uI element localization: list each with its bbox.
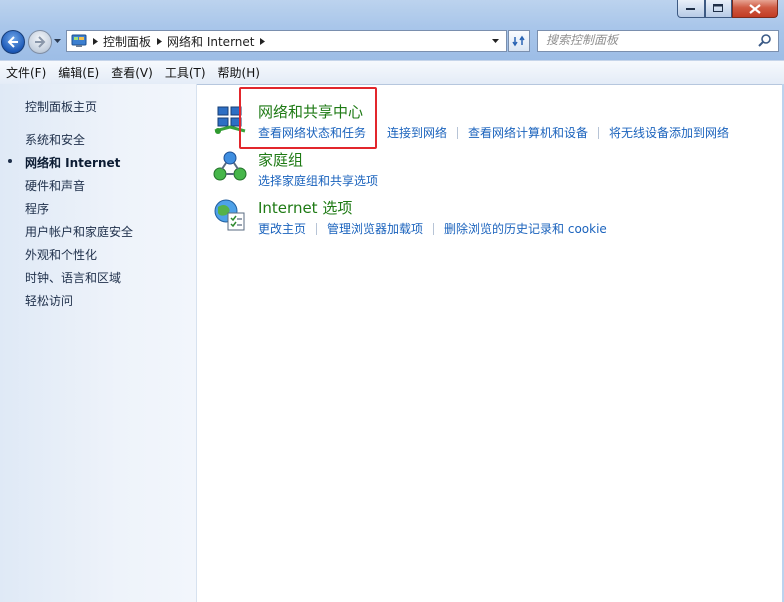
menu-edit[interactable]: 编辑(E) bbox=[52, 62, 105, 84]
link-connect-network[interactable]: 连接到网络 bbox=[387, 124, 447, 141]
minimize-icon bbox=[686, 7, 695, 10]
refresh-icon bbox=[512, 35, 525, 47]
link-divider bbox=[598, 126, 600, 139]
breadcrumb-separator-icon[interactable] bbox=[87, 37, 103, 45]
link-manage-addons[interactable]: 管理浏览器加载项 bbox=[327, 220, 423, 237]
menu-file[interactable]: 文件(F) bbox=[0, 62, 52, 84]
sidebar-item-ease-of-access[interactable]: 轻松访问 bbox=[25, 292, 73, 309]
menu-tools[interactable]: 工具(T) bbox=[159, 62, 212, 84]
link-divider bbox=[376, 126, 378, 139]
menu-view[interactable]: 查看(V) bbox=[105, 62, 159, 84]
search-box[interactable] bbox=[537, 30, 779, 52]
sidebar-item-network-internet[interactable]: 网络和 Internet bbox=[25, 154, 120, 171]
breadcrumb-control-panel[interactable]: 控制面板 bbox=[103, 33, 151, 50]
active-bullet-icon bbox=[8, 159, 12, 163]
sidebar-item-appearance[interactable]: 外观和个性化 bbox=[25, 246, 97, 263]
breadcrumb-separator-icon[interactable] bbox=[254, 37, 270, 45]
internet-options-icon bbox=[214, 199, 245, 231]
link-view-network-status[interactable]: 查看网络状态和任务 bbox=[258, 124, 366, 141]
address-bar[interactable]: 控制面板 网络和 Internet bbox=[66, 30, 507, 52]
search-input[interactable] bbox=[538, 31, 746, 49]
sidebar-item-clock-language[interactable]: 时钟、语言和区域 bbox=[25, 269, 121, 286]
category-links: 查看网络状态和任务 连接到网络 查看网络计算机和设备 将无线设备添加到网络 bbox=[258, 124, 729, 141]
category-title-network-sharing[interactable]: 网络和共享中心 bbox=[258, 101, 363, 122]
sidebar-item-system-security[interactable]: 系统和安全 bbox=[25, 131, 85, 148]
back-arrow-icon bbox=[7, 36, 18, 48]
sidebar-item-control-panel-home[interactable]: 控制面板主页 bbox=[25, 98, 97, 115]
link-homegroup-sharing[interactable]: 选择家庭组和共享选项 bbox=[258, 172, 378, 189]
menu-bar: 文件(F) 编辑(E) 查看(V) 工具(T) 帮助(H) bbox=[0, 60, 784, 85]
close-button[interactable] bbox=[732, 0, 778, 18]
forward-arrow-icon bbox=[35, 36, 46, 48]
window-titlebar: 控制面板 网络和 Internet bbox=[0, 0, 784, 60]
link-add-wireless-device[interactable]: 将无线设备添加到网络 bbox=[609, 124, 729, 141]
sidebar: 控制面板主页 系统和安全 网络和 Internet 硬件和声音 程序 用户帐户和… bbox=[0, 84, 197, 602]
close-icon bbox=[749, 3, 761, 14]
homegroup-icon bbox=[213, 151, 247, 181]
category-title-internet-options[interactable]: Internet 选项 bbox=[258, 197, 352, 218]
sidebar-item-programs[interactable]: 程序 bbox=[25, 200, 49, 217]
network-sharing-icon bbox=[214, 106, 246, 134]
link-change-homepage[interactable]: 更改主页 bbox=[258, 220, 306, 237]
link-divider bbox=[316, 222, 318, 235]
sidebar-item-user-accounts[interactable]: 用户帐户和家庭安全 bbox=[25, 223, 133, 240]
category-links: 更改主页 管理浏览器加载项 删除浏览的历史记录和 cookie bbox=[258, 220, 607, 237]
back-button[interactable] bbox=[1, 30, 25, 54]
menu-help[interactable]: 帮助(H) bbox=[212, 62, 266, 84]
chevron-down-icon bbox=[54, 39, 61, 43]
breadcrumb-network-internet[interactable]: 网络和 Internet bbox=[167, 33, 254, 50]
maximize-icon bbox=[713, 4, 723, 12]
sidebar-item-hardware-sound[interactable]: 硬件和声音 bbox=[25, 177, 85, 194]
minimize-button[interactable] bbox=[677, 0, 705, 18]
link-view-network-computers[interactable]: 查看网络计算机和设备 bbox=[468, 124, 588, 141]
category-title-homegroup[interactable]: 家庭组 bbox=[258, 149, 303, 170]
category-links: 选择家庭组和共享选项 bbox=[258, 172, 378, 189]
refresh-button[interactable] bbox=[508, 30, 530, 52]
breadcrumb-separator-icon[interactable] bbox=[151, 37, 167, 45]
recent-pages-dropdown[interactable] bbox=[53, 37, 62, 46]
maximize-button[interactable] bbox=[705, 0, 732, 18]
chevron-down-icon bbox=[491, 38, 499, 43]
forward-button[interactable] bbox=[28, 30, 52, 54]
search-icon[interactable] bbox=[757, 33, 773, 49]
link-delete-history[interactable]: 删除浏览的历史记录和 cookie bbox=[444, 220, 607, 237]
address-dropdown-button[interactable] bbox=[488, 31, 502, 51]
breadcrumb: 控制面板 网络和 Internet bbox=[87, 31, 270, 51]
link-divider bbox=[457, 126, 459, 139]
control-panel-icon bbox=[71, 34, 87, 47]
link-divider bbox=[433, 222, 435, 235]
window-controls bbox=[677, 0, 778, 18]
